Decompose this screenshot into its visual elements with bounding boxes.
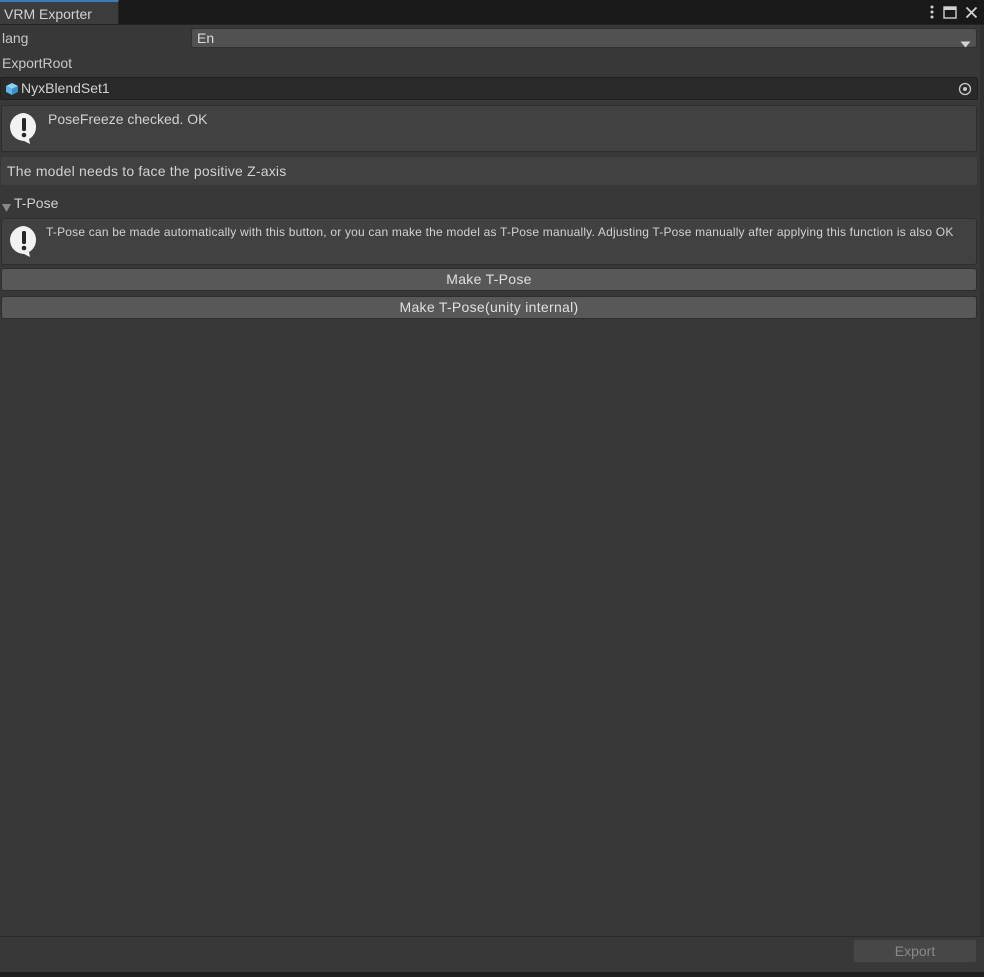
export-root-field[interactable]: NyxBlendSet1 bbox=[0, 77, 978, 100]
export-root-value: NyxBlendSet1 bbox=[21, 80, 110, 96]
close-icon[interactable] bbox=[965, 6, 978, 19]
tpose-help-message: T-Pose can be made automatically with th… bbox=[46, 225, 954, 239]
lang-value: En bbox=[197, 30, 215, 46]
bottom-border bbox=[0, 972, 984, 977]
export-button[interactable]: Export bbox=[853, 939, 977, 963]
make-tpose-button[interactable]: Make T-Pose bbox=[1, 268, 977, 291]
chevron-down-icon bbox=[960, 35, 971, 53]
lang-label: lang bbox=[2, 30, 29, 46]
object-picker-icon[interactable] bbox=[958, 82, 972, 101]
footer-bar: Export bbox=[0, 936, 984, 973]
warning-bubble-icon bbox=[8, 224, 40, 263]
foldout-arrow-icon bbox=[2, 200, 11, 218]
tab-vrm-exporter[interactable]: VRM Exporter bbox=[0, 0, 119, 24]
tab-bar: VRM Exporter bbox=[0, 0, 984, 25]
inspector-content: lang En ExportRoot NyxBlendSet1 PoseFree… bbox=[0, 25, 984, 936]
lang-dropdown[interactable]: En bbox=[191, 28, 977, 48]
tab-title: VRM Exporter bbox=[4, 6, 92, 22]
make-tpose-internal-button[interactable]: Make T-Pose(unity internal) bbox=[1, 296, 977, 319]
more-vert-icon[interactable] bbox=[929, 5, 935, 19]
window-right-edge bbox=[980, 25, 984, 972]
export-root-label: ExportRoot bbox=[2, 55, 73, 71]
face-axis-info: The model needs to face the positive Z-a… bbox=[1, 157, 977, 185]
tab-icons bbox=[929, 2, 978, 22]
warning-bubble-icon bbox=[8, 111, 40, 150]
maximize-icon[interactable] bbox=[943, 5, 957, 19]
pose-freeze-message: PoseFreeze checked. OK bbox=[48, 111, 208, 127]
prefab-cube-icon bbox=[5, 82, 19, 101]
tpose-foldout[interactable]: T-Pose bbox=[0, 195, 200, 213]
vrm-exporter-window: VRM Exporter lang En ExportRoot NyxBlend… bbox=[0, 0, 984, 977]
pose-freeze-helpbox: PoseFreeze checked. OK bbox=[1, 105, 977, 152]
face-axis-message: The model needs to face the positive Z-a… bbox=[7, 163, 287, 179]
tpose-foldout-label: T-Pose bbox=[14, 195, 59, 211]
tpose-helpbox: T-Pose can be made automatically with th… bbox=[1, 218, 977, 265]
